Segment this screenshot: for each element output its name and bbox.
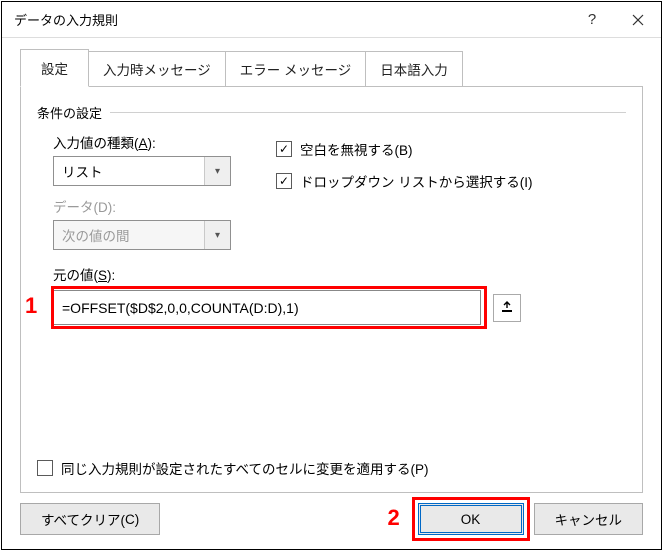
tab-panel-settings: 条件の設定 入力値の種類(A): リスト ▾ データ(D): 次の値の間 ▾ — [20, 86, 643, 493]
group-label: 条件の設定 — [37, 103, 102, 122]
apply-changes-row[interactable]: 同じ入力規則が設定されたすべてのセルに変更を適用する(P) — [37, 458, 429, 478]
data-select-button: ▾ — [204, 221, 230, 249]
apply-changes-label: 同じ入力規則が設定されたすべてのセルに変更を適用する(P) — [61, 458, 429, 478]
ignore-blank-checkbox[interactable]: ✓ — [276, 141, 292, 157]
tab-ime[interactable]: 日本語入力 — [366, 51, 463, 87]
group-validation-criteria: 条件の設定 — [37, 103, 626, 122]
ignore-blank-label: 空白を無視する(B) — [300, 139, 413, 159]
source-input-wrap: 1 — [53, 290, 626, 325]
close-button[interactable] — [615, 2, 661, 38]
allow-select-value: リスト — [54, 161, 204, 181]
range-selector-icon — [500, 301, 514, 315]
source-row: 元の値(S): — [53, 264, 626, 284]
ok-button-wrap: 2 OK — [418, 503, 524, 535]
source-label: 元の値(S): — [53, 264, 626, 284]
range-selector-button[interactable] — [493, 294, 521, 322]
in-cell-dropdown-checkbox[interactable]: ✓ — [276, 173, 292, 189]
data-select: 次の値の間 ▾ — [53, 220, 231, 250]
dialog-window: データの入力規則 ? 設定 入力時メッセージ エラー メッセージ 日本語入力 条… — [1, 1, 662, 550]
close-icon — [632, 14, 644, 26]
ignore-blank-row[interactable]: ✓ 空白を無視する(B) — [276, 139, 533, 159]
chevron-down-icon: ▾ — [215, 230, 220, 241]
allow-select[interactable]: リスト ▾ — [53, 156, 231, 186]
help-button[interactable]: ? — [569, 2, 615, 38]
apply-changes-checkbox[interactable] — [37, 460, 53, 476]
cancel-button[interactable]: キャンセル — [534, 503, 644, 535]
in-cell-dropdown-label: ドロップダウン リストから選択する(I) — [300, 171, 533, 191]
data-select-value: 次の値の間 — [54, 225, 204, 245]
allow-select-button[interactable]: ▾ — [204, 157, 230, 185]
tab-input-message[interactable]: 入力時メッセージ — [89, 51, 226, 87]
tab-strip: 設定 入力時メッセージ エラー メッセージ 日本語入力 — [20, 51, 643, 87]
window-title: データの入力規則 — [14, 10, 569, 29]
tab-error-alert[interactable]: エラー メッセージ — [226, 51, 366, 87]
source-input[interactable] — [53, 290, 481, 325]
in-cell-dropdown-row[interactable]: ✓ ドロップダウン リストから選択する(I) — [276, 171, 533, 191]
annotation-1: 1 — [25, 293, 37, 319]
titlebar: データの入力規則 ? — [2, 2, 661, 38]
chevron-down-icon: ▾ — [215, 166, 220, 177]
tab-settings[interactable]: 設定 — [20, 49, 89, 87]
clear-all-button[interactable]: すべてクリア(C) — [20, 503, 160, 535]
group-rule — [110, 112, 626, 113]
data-row: データ(D): 次の値の間 ▾ — [53, 196, 626, 250]
ok-button[interactable]: OK — [418, 503, 524, 535]
checkbox-group: ✓ 空白を無視する(B) ✓ ドロップダウン リストから選択する(I) — [276, 139, 533, 203]
annotation-2: 2 — [388, 505, 400, 531]
dialog-footer: すべてクリア(C) 2 OK キャンセル — [2, 493, 661, 549]
dialog-body: 設定 入力時メッセージ エラー メッセージ 日本語入力 条件の設定 入力値の種類… — [2, 38, 661, 493]
